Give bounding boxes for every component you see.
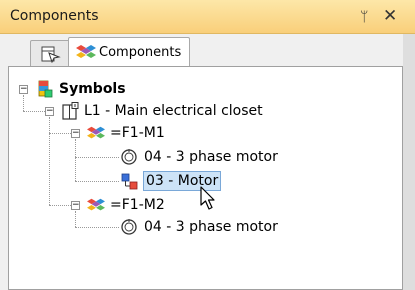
tab-components[interactable]: Components <box>68 37 190 67</box>
pin-icon[interactable]: ᛘ <box>360 9 368 25</box>
tree-node-label: 04 - 3 phase motor <box>144 149 278 165</box>
motor-symbol-icon <box>121 149 137 165</box>
collapse-icon[interactable]: − <box>45 107 54 116</box>
symbols-icon <box>38 80 53 98</box>
collapse-icon[interactable]: − <box>19 85 28 94</box>
components-cube-icon <box>76 45 96 58</box>
tab-components-label: Components <box>99 45 182 60</box>
cabinet-icon <box>62 102 79 120</box>
mouse-cursor-icon <box>200 186 215 210</box>
schematic-symbol-icon <box>121 173 138 190</box>
tree-node-symbol[interactable]: 04 - 3 phase motor <box>9 217 399 237</box>
tree-node-location[interactable]: − L1 - Main electrical closet <box>9 101 399 121</box>
navigator-icon <box>41 46 61 63</box>
tree-node-label: =F1-M1 <box>110 125 165 141</box>
tree-node-symbol[interactable]: 04 - 3 phase motor <box>9 147 399 167</box>
collapse-icon[interactable]: − <box>71 201 80 210</box>
tree-node-symbols[interactable]: − Symbols <box>9 79 399 99</box>
panel-title: Components <box>10 8 99 24</box>
component-cube-icon <box>87 198 105 211</box>
component-cube-icon <box>87 126 105 139</box>
tree-node-label: =F1-M2 <box>110 197 165 213</box>
tree-node-component[interactable]: − =F1-M1 <box>9 123 399 143</box>
motor-symbol-icon <box>121 219 137 235</box>
tab-strip: Components <box>0 34 415 67</box>
tab-navigator[interactable] <box>30 40 70 66</box>
panel-title-bar: Components ᛘ ✕ <box>0 0 415 34</box>
tree-node-label: 04 - 3 phase motor <box>144 219 278 235</box>
component-tree[interactable]: − Symbols − L1 - Main electrical closet … <box>8 66 403 290</box>
tree-node-label: L1 - Main electrical closet <box>84 103 263 119</box>
tree-node-label: Symbols <box>59 81 126 97</box>
close-icon[interactable]: ✕ <box>383 6 397 26</box>
collapse-icon[interactable]: − <box>71 129 80 138</box>
scrollbar[interactable] <box>403 34 415 290</box>
